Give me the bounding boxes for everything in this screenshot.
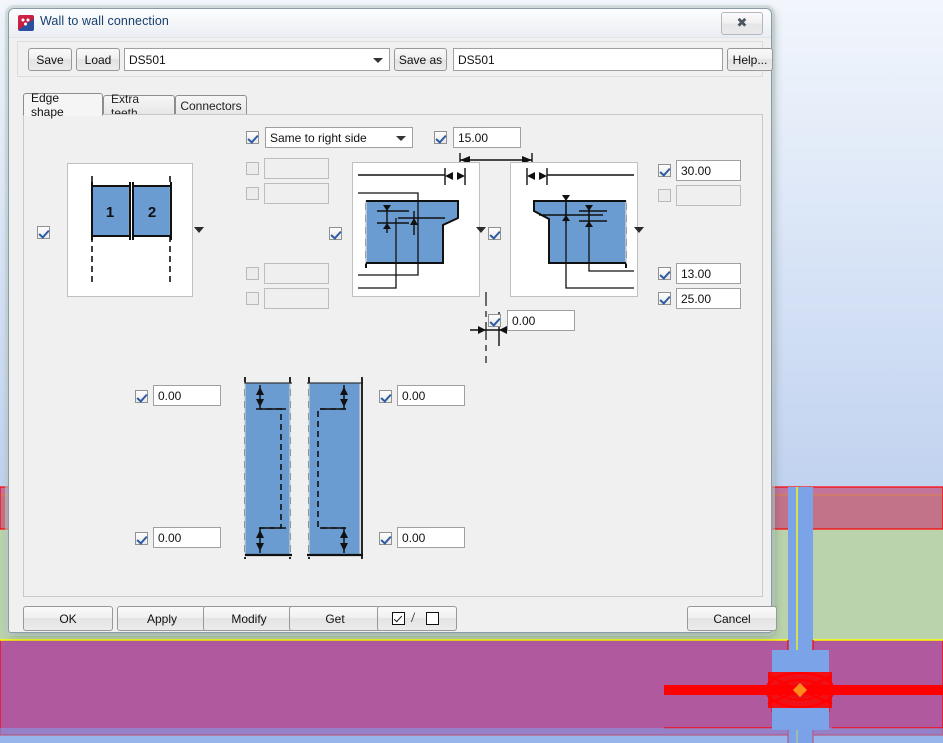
- top-value-checkbox[interactable]: [434, 131, 447, 144]
- profile-toolbar: Save Load DS501 Save as DS501 Help...: [17, 41, 773, 77]
- tekla-app-icon: [18, 15, 34, 31]
- bottom-right-top-input[interactable]: 0.00: [397, 385, 465, 406]
- right-field-1-checkbox[interactable]: [658, 164, 671, 177]
- bottom-left-top-checkbox[interactable]: [135, 390, 148, 403]
- chevron-down-icon: [396, 135, 406, 141]
- left-edge-shape-preview[interactable]: [352, 162, 480, 297]
- number-blocks-preview[interactable]: 1 2: [67, 163, 193, 297]
- right-field-1-input[interactable]: 30.00: [676, 160, 741, 181]
- right-field-2-checkbox[interactable]: [658, 189, 671, 202]
- close-glyph: ✖: [736, 15, 748, 30]
- vertical-wall-preview-left[interactable]: [234, 373, 374, 563]
- left-field-2-input[interactable]: [264, 183, 329, 204]
- right-edge-shape-preview[interactable]: [510, 162, 638, 297]
- right-shape-checkbox[interactable]: [488, 227, 501, 240]
- number-blocks-graphic: 1 2: [91, 176, 172, 286]
- toggle-separator-label: /: [411, 610, 416, 626]
- profile-combo[interactable]: DS501: [124, 48, 390, 71]
- select-all-toggle-button[interactable]: /: [377, 606, 457, 631]
- close-icon[interactable]: ✖: [721, 12, 763, 35]
- bottom-right-bottom-input[interactable]: 0.00: [397, 527, 465, 548]
- bottom-right-top-checkbox[interactable]: [379, 390, 392, 403]
- save-as-input[interactable]: DS501: [453, 48, 723, 71]
- dialog-footer: OK Apply Modify Get / Cancel: [17, 606, 777, 632]
- side-mode-value: Same to right side: [270, 130, 367, 145]
- dialog-title: Wall to wall connection: [40, 14, 169, 28]
- chevron-down-icon: [373, 57, 383, 63]
- block-1-label: 1: [106, 204, 114, 221]
- dialog-titlebar: Wall to wall connection ✖: [9, 9, 771, 38]
- right-field-4-input[interactable]: 25.00: [676, 288, 741, 309]
- left-shape-dropdown-arrow[interactable]: [476, 227, 486, 233]
- right-field-3-checkbox[interactable]: [658, 267, 671, 280]
- left-field-3-checkbox[interactable]: [246, 267, 259, 280]
- right-field-3-input[interactable]: 13.00: [676, 263, 741, 284]
- left-field-4-checkbox[interactable]: [246, 292, 259, 305]
- left-field-1-checkbox[interactable]: [246, 162, 259, 175]
- bottom-left-bottom-input[interactable]: 0.00: [153, 527, 221, 548]
- side-mode-checkbox[interactable]: [246, 131, 259, 144]
- edge-shape-panel: Same to right side 15.00 1 2 30.00 13.00…: [23, 114, 763, 597]
- right-edge-shape-graphic: [526, 168, 634, 289]
- cancel-button[interactable]: Cancel: [687, 606, 777, 631]
- offset-field-input[interactable]: 0.00: [507, 310, 575, 331]
- unchecked-box-icon: [426, 612, 439, 625]
- offset-field-checkbox[interactable]: [488, 314, 501, 327]
- save-as-button[interactable]: Save as: [394, 48, 447, 71]
- tab-connectors[interactable]: Connectors: [175, 95, 247, 115]
- bottom-left-top-input[interactable]: 0.00: [153, 385, 221, 406]
- ok-button[interactable]: OK: [23, 606, 113, 631]
- top-value-input[interactable]: 15.00: [453, 127, 521, 148]
- tab-edge-shape[interactable]: Edge shape: [23, 91, 103, 119]
- number-blocks-checkbox[interactable]: [37, 226, 50, 239]
- left-field-1-input[interactable]: [264, 158, 329, 179]
- load-button[interactable]: Load: [76, 48, 120, 71]
- side-mode-combo[interactable]: Same to right side: [265, 127, 413, 148]
- left-field-4-input[interactable]: [264, 288, 329, 309]
- right-shape-dropdown-arrow[interactable]: [634, 227, 644, 233]
- tab-extra-teeth[interactable]: Extra teeth: [103, 92, 175, 120]
- right-field-4-checkbox[interactable]: [658, 292, 671, 305]
- left-shape-checkbox[interactable]: [329, 227, 342, 240]
- left-field-2-checkbox[interactable]: [246, 187, 259, 200]
- block-2-label: 2: [148, 204, 156, 221]
- save-button[interactable]: Save: [28, 48, 72, 71]
- number-blocks-dropdown-arrow[interactable]: [194, 227, 204, 233]
- help-button[interactable]: Help...: [727, 48, 773, 71]
- apply-button[interactable]: Apply: [117, 606, 207, 631]
- bottom-right-bottom-checkbox[interactable]: [379, 532, 392, 545]
- checked-box-icon: [392, 612, 405, 625]
- left-edge-shape-graphic: [358, 168, 466, 289]
- bottom-left-bottom-checkbox[interactable]: [135, 532, 148, 545]
- get-button[interactable]: Get: [289, 606, 381, 631]
- right-field-2-input[interactable]: [676, 185, 741, 206]
- left-field-3-input[interactable]: [264, 263, 329, 284]
- modify-button[interactable]: Modify: [203, 606, 295, 631]
- wall-to-wall-connection-dialog: Wall to wall connection ✖ Save Load DS50…: [8, 8, 777, 633]
- profile-combo-value: DS501: [129, 52, 166, 67]
